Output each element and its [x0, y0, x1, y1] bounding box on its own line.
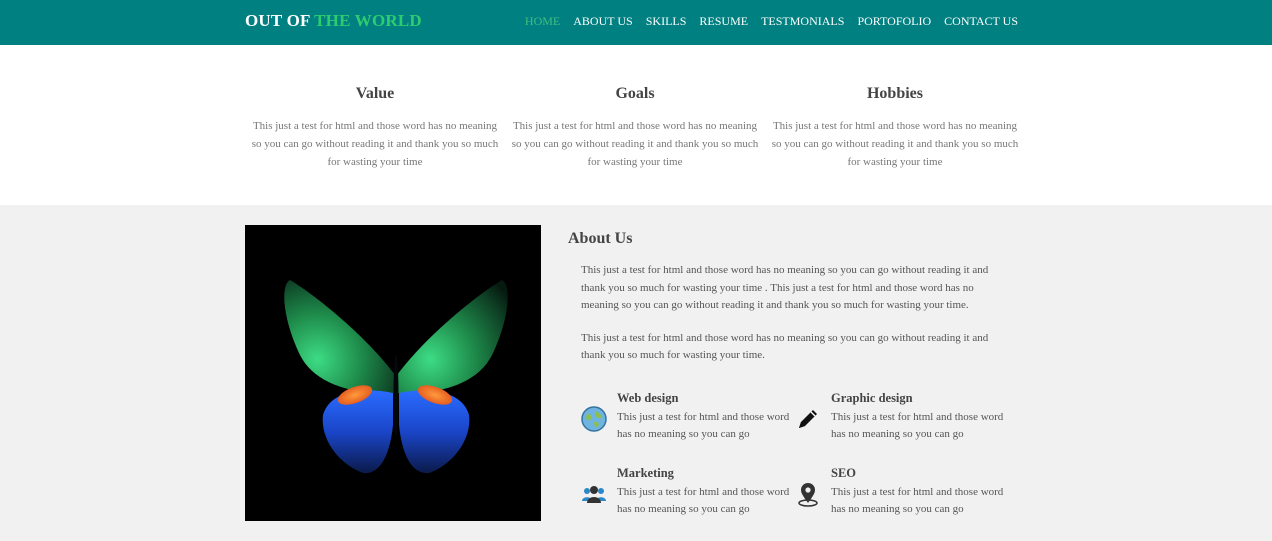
- globe-icon: [580, 405, 608, 432]
- service-text: This just a test for html and those word…: [617, 411, 790, 440]
- navbar: OUT OF THE WORLD HOME ABOUT US SKILLS RE…: [0, 0, 1272, 45]
- features-section: Value This just a test for html and thos…: [0, 45, 1272, 205]
- about-title: About Us: [568, 230, 633, 247]
- feature-goals: Goals This just a test for html and thos…: [505, 85, 765, 171]
- service-text: This just a test for html and those word…: [831, 411, 1004, 440]
- brand-part2: THE WORLD: [314, 11, 422, 30]
- service-text: This just a test for html and those word…: [617, 486, 790, 515]
- service-seo: SEO This just a test for html and those …: [794, 466, 1004, 518]
- feature-title: Goals: [615, 85, 655, 102]
- butterfly-image: [245, 225, 541, 521]
- feature-text: This just a test for html and those word…: [771, 120, 1019, 168]
- brand-part1: OUT OF: [245, 11, 310, 30]
- pencil-icon: [794, 405, 822, 431]
- service-title: Graphic design: [831, 391, 913, 405]
- service-title: SEO: [831, 466, 857, 480]
- location-pin-icon: [794, 480, 822, 507]
- nav-link-contact-us[interactable]: CONTACT US: [944, 14, 1018, 29]
- nav-link-testimonials[interactable]: TESTMONIALS: [761, 14, 844, 29]
- butterfly-illustration: [245, 225, 541, 521]
- brand-logo[interactable]: OUT OF THE WORLD: [245, 11, 422, 31]
- nav-link-resume[interactable]: RESUME: [699, 14, 748, 29]
- nav-link-about-us[interactable]: ABOUT US: [573, 14, 632, 29]
- feature-value: Value This just a test for html and thos…: [245, 85, 505, 171]
- about-content: About Us This just a test for html and t…: [568, 230, 1018, 380]
- feature-hobbies: Hobbies This just a test for html and th…: [765, 85, 1025, 171]
- feature-text: This just a test for html and those word…: [251, 120, 499, 168]
- about-section: About Us This just a test for html and t…: [0, 205, 1272, 541]
- feature-title: Value: [355, 85, 395, 102]
- nav-link-skills[interactable]: SKILLS: [646, 14, 687, 29]
- users-icon: [580, 480, 608, 506]
- about-paragraph-2: This just a test for html and those word…: [581, 331, 989, 362]
- main-nav: HOME ABOUT US SKILLS RESUME TESTMONIALS …: [525, 14, 1018, 29]
- feature-title: Hobbies: [866, 85, 923, 102]
- service-web-design: Web design This just a test for html and…: [580, 391, 790, 443]
- service-title: Web design: [617, 391, 679, 405]
- service-title: Marketing: [617, 466, 674, 480]
- service-graphic-design: Graphic design This just a test for html…: [794, 391, 1004, 443]
- feature-text: This just a test for html and those word…: [511, 120, 759, 168]
- service-marketing: Marketing This just a test for html and …: [580, 466, 790, 518]
- service-text: This just a test for html and those word…: [831, 486, 1004, 515]
- about-paragraph-1: This just a test for html and those word…: [581, 264, 989, 311]
- nav-link-home[interactable]: HOME: [525, 14, 560, 29]
- nav-link-portfolio[interactable]: PORTOFOLIO: [857, 14, 931, 29]
